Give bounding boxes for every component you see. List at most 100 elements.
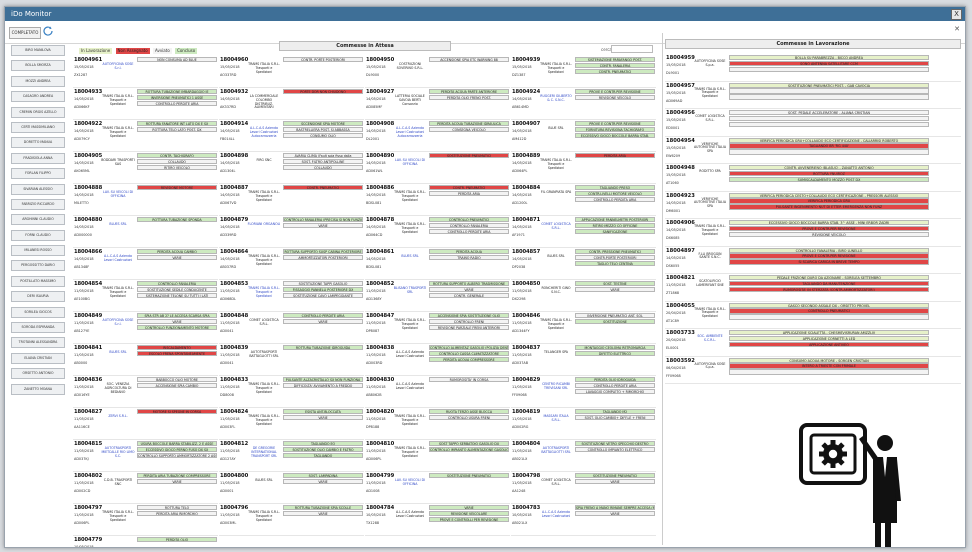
task-item[interactable]: SOSTITUZIONE OLIO CAMBIO E FILTRO	[283, 446, 363, 452]
task-item[interactable]: RUOTA TERZO ASSE BLOCCA	[429, 409, 509, 415]
task-item[interactable]: BABBOCCO OLIO MOTORE	[137, 377, 217, 383]
task-item[interactable]	[729, 149, 929, 155]
order-card[interactable]: 18004861 14/05/2018 BDSL081 BLUES SRL PERDIT…	[365, 248, 510, 280]
task-item[interactable]: PERDITA ARIA	[429, 190, 509, 196]
task-item[interactable]: CONTR.PORTE POSTERIORI	[575, 254, 655, 260]
close-button[interactable]: X	[951, 9, 962, 20]
task-item[interactable]: CONTROLLO PNEUMATICI	[429, 217, 509, 223]
task-item[interactable]: ACCENSIONE SPIA SOSTITUZIONE OLIO	[429, 313, 509, 319]
task-item[interactable]	[729, 369, 929, 375]
task-item[interactable]: CONTR. GENERALE	[429, 292, 509, 298]
in-progress-card[interactable]: 18004959 15/05/2018 DL9001 AUTOFFICINA SOSE…	[665, 54, 961, 82]
sidebar-item-operator[interactable]: TROTANNI ALESSANDRA	[11, 337, 65, 349]
order-card[interactable]: 18004837 11/05/2018 AD037AB TELANGER SPA MON…	[511, 344, 656, 376]
sidebar-item-operator[interactable]: POSTILLATO MASSIMO	[11, 275, 65, 287]
order-card[interactable]: 18004796 11/05/2018 AD003ML TRAMS ITALIA S.…	[219, 504, 364, 536]
task-item[interactable]: PERDITA ARIA RIMORCHIO	[137, 510, 217, 516]
order-card[interactable]: 18004950 15/05/2018 DL9000 COSTRUZIONI SOVE…	[365, 56, 510, 88]
task-item[interactable]: BASTRELLIERA POST. SI ABBASSA	[283, 126, 363, 132]
in-progress-card[interactable]: 18004821 11/05/2018 ZT1868 SCATOLIFICIO LAM…	[665, 274, 961, 302]
task-item[interactable]: COLLAUDO	[137, 158, 217, 164]
task-item[interactable]: SOSTITUZIONE VETRO SPECCHIO DESTRO	[575, 441, 655, 447]
task-item[interactable]: ECCESSIVO GIOCO BOCCOLE BARRA STAB.	[575, 132, 655, 138]
task-item[interactable]: VARIE	[429, 286, 509, 292]
task-item[interactable]: PERDITA ACQUA	[429, 249, 509, 255]
task-item[interactable]: PORTE DOR NON CHIUDONO	[283, 89, 363, 95]
order-card[interactable]: 18004779 10/05/2018 PERDITA OLIO	[73, 536, 218, 547]
task-item[interactable]: CONTR. PNEUMATICI	[429, 185, 509, 191]
task-item[interactable]	[729, 115, 929, 122]
task-item[interactable]: SOSTITUZIONE CAVO LAMPEGGIANTE	[283, 292, 363, 298]
task-item[interactable]: ROTTURA TUBAZIONE SPONDA	[137, 217, 217, 223]
task-item[interactable]: ECCESSIVO GIOCO BOCCOLE BARRA STAB. 3^ A…	[729, 220, 929, 226]
task-item[interactable]: VERIFICA PERIODICA GRU+COLLAUDO ECO CERT…	[729, 137, 929, 143]
task-item[interactable]: ACCENSIONE SPIA ETC WARNING 88	[429, 57, 509, 63]
task-item[interactable]: APPLICAZIONE ANTIVEO	[729, 341, 929, 348]
task-item[interactable]: ROTTURA YNUIROZ	[729, 170, 929, 177]
order-card[interactable]: 18004924 14/05/2018 AB614MD RUGGERI GILBERT…	[511, 88, 656, 120]
sidebar-item-operator[interactable]: CREMIN ORGIS AZELLO	[11, 106, 65, 118]
sidebar-item-operator[interactable]: CERTI MASSIMILIANO	[11, 121, 65, 133]
task-item[interactable]: ECCESSIVO GIOCO PERNO FUSO DX SX	[137, 446, 217, 452]
task-item[interactable]: CONTR.LIVELLI MOTORE VEICOLO	[575, 190, 655, 196]
task-item[interactable]: VARIE	[429, 505, 509, 511]
task-item[interactable]: CONTROLLO PERDITE ARIA	[429, 228, 509, 234]
task-item[interactable]: SUMISCALDAMENTO MOZZO POST DX	[729, 176, 929, 183]
order-card[interactable]: 18004908 14/05/2018 DL2001 A.L.C.A.S Aziend…	[365, 120, 510, 152]
task-item[interactable]: CONTROLLO FANALERIA (PRECISA SI NON FUNZ…	[283, 217, 363, 223]
task-item[interactable]: BOLLA SU PARABREZZA - BICCO ANDREA	[729, 55, 929, 61]
task-item[interactable]: DIFFICOLTA' AVVIAMENTO A FREDDO	[283, 382, 363, 388]
order-card[interactable]: 18004833 11/05/2018 DD8008 TRAMS ITALIA S.R…	[219, 376, 364, 408]
in-progress-card[interactable]: 18004897 14/05/2018 DS6055 F.LLI BROGGIN SA…	[665, 247, 961, 274]
order-card[interactable]: 18004853 11/05/2018 AD068DL TRAMS ITALIA S.…	[219, 280, 364, 312]
task-item[interactable]: AVARIA CLIMA (Fault spia fisso dalla	[283, 153, 363, 159]
task-item[interactable]: CONTROLLO PERDITE ARIA	[137, 100, 217, 106]
task-item[interactable]: INVERSIONE PNEUMATICI 1 ASSE	[137, 94, 217, 100]
order-card[interactable]: 18004914 14/05/2018 FB014LL A.L.C.A.S Azien…	[219, 120, 364, 152]
task-item[interactable]: REVISIONE PARZIALE FRENI ANTERIORI	[429, 324, 509, 330]
order-card[interactable]: 18004850 11/05/2018 DX2298 RONCHERITI GINO …	[511, 280, 656, 312]
task-item[interactable]: ROTTURA TUBAZIONE IDROGUIDA	[283, 345, 363, 351]
order-card[interactable]: 18004799 11/05/2018 AD1008 LAV. SU VEICOLI …	[365, 472, 510, 504]
sidebar-item-operator[interactable]: ARGHINNI CLAUDIO	[11, 214, 65, 226]
task-item[interactable]: CONTR. AVVENERIENO (BLASUC) - ZANATTO AN…	[729, 165, 929, 171]
task-item[interactable]: SOST TAPPO SERBATOIO GASOLIO DX	[429, 441, 509, 447]
task-item[interactable]: PULSANTE INGENIMENTO NUT DI ETTER EMERGE…	[729, 204, 929, 210]
task-item[interactable]: RUMOROSITA' IN STERZATA (CONTR.AMMORTIZZ…	[729, 286, 929, 293]
task-item[interactable]	[729, 314, 929, 320]
task-item[interactable]	[729, 88, 929, 94]
task-item[interactable]: APPLICAZIONE PANNELMETRI POSTERIORI	[575, 217, 655, 223]
task-item[interactable]	[729, 66, 929, 73]
task-item[interactable]: CONTROLLO ALIMENTAZ GASOLIO (POLIZIA DEN…	[429, 345, 509, 351]
order-card[interactable]: 18004857 14/05/2018 DP2038 BLUES SRL CONTR. …	[511, 248, 656, 280]
task-item[interactable]: NON CONSUMA AD BLUE	[137, 57, 217, 63]
task-item[interactable]: CONTR. PORTE POSTERIORI	[283, 57, 363, 63]
task-item[interactable]: SPIA STR AB 2? LE ACCESA SCARSA SPIA	[137, 313, 217, 319]
order-card[interactable]: 18004812 11/05/2018 AD127AY DE GREGORIE INT…	[219, 440, 364, 472]
task-item[interactable]: PROVE E CONTR.PER REVISIONE	[729, 253, 929, 259]
refresh-icon[interactable]	[42, 25, 54, 37]
sidebar-item-operator[interactable]: SORODA ESPIRANDA	[11, 322, 65, 334]
in-progress-card[interactable]: 18004948 15/05/2018 AT1060 RODITTO SPA CONTR…	[665, 164, 961, 192]
task-item[interactable]: PERDITA ACQUA CAMBIO	[137, 249, 217, 255]
task-item[interactable]: FISSAGGIO PANNELLI POSTERIORE DX	[283, 286, 363, 292]
task-item[interactable]: FORNITURA REVISIONA TACHIGRAFO	[575, 126, 655, 132]
order-card[interactable]: 18004819 11/05/2018 AD002RG MASSARI ITALIA …	[511, 408, 656, 440]
task-item[interactable]: CONTR. PRESSIONE PNEUMATICI	[575, 249, 655, 255]
task-item[interactable]: DIFETTO ELETTRICO	[575, 350, 655, 356]
task-item[interactable]: CONTR. FANALERIA	[575, 62, 655, 68]
task-item[interactable]: REVISIONE VEICOLO	[575, 94, 655, 100]
order-card[interactable]: 18004784 10/05/2018 TX1288 A.L.C.A.S Aziend…	[365, 504, 510, 536]
task-item[interactable]: TAGLIO TELO CENTINA	[575, 260, 655, 266]
task-item[interactable]: REVISIONE VEICOLARE	[429, 510, 509, 516]
sidebar-item-operator[interactable]: MILANESI ROSSO	[11, 245, 65, 257]
order-card[interactable]: 18004841 11/05/2018 AB0000 BLUES SRL RISCALD…	[73, 344, 218, 376]
order-card[interactable]: 18004836 11/05/2018 AD016YE SOC. VENEZIA AG…	[73, 376, 218, 408]
task-item[interactable]: SOST. FILTRO ANTIPOLLINE	[283, 158, 363, 164]
sidebar-item-operator[interactable]: BIRO MANILOVA	[11, 45, 65, 56]
task-item[interactable]: PERDITA ACQUA PARTE ANTERIORE	[429, 89, 509, 95]
task-item[interactable]: GASCO SECONDO ASSALE DX - ORSETTO PROVEL	[729, 302, 929, 308]
in-progress-card[interactable]: 18004923 14/05/2018 DM6001 VERIFICHE AUTOMO…	[665, 192, 961, 219]
sidebar-item-operator[interactable]: SORILEA GIOCOS	[11, 306, 65, 318]
task-item[interactable]: ESCOLO FRENA SPONTANEAMENTE	[137, 350, 217, 356]
